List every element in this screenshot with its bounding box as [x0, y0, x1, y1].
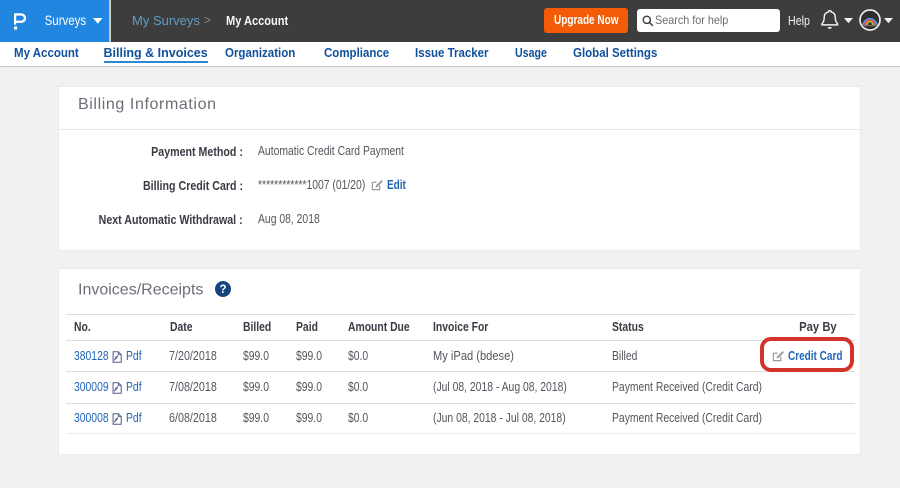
svg-text:?: ? — [219, 284, 226, 296]
